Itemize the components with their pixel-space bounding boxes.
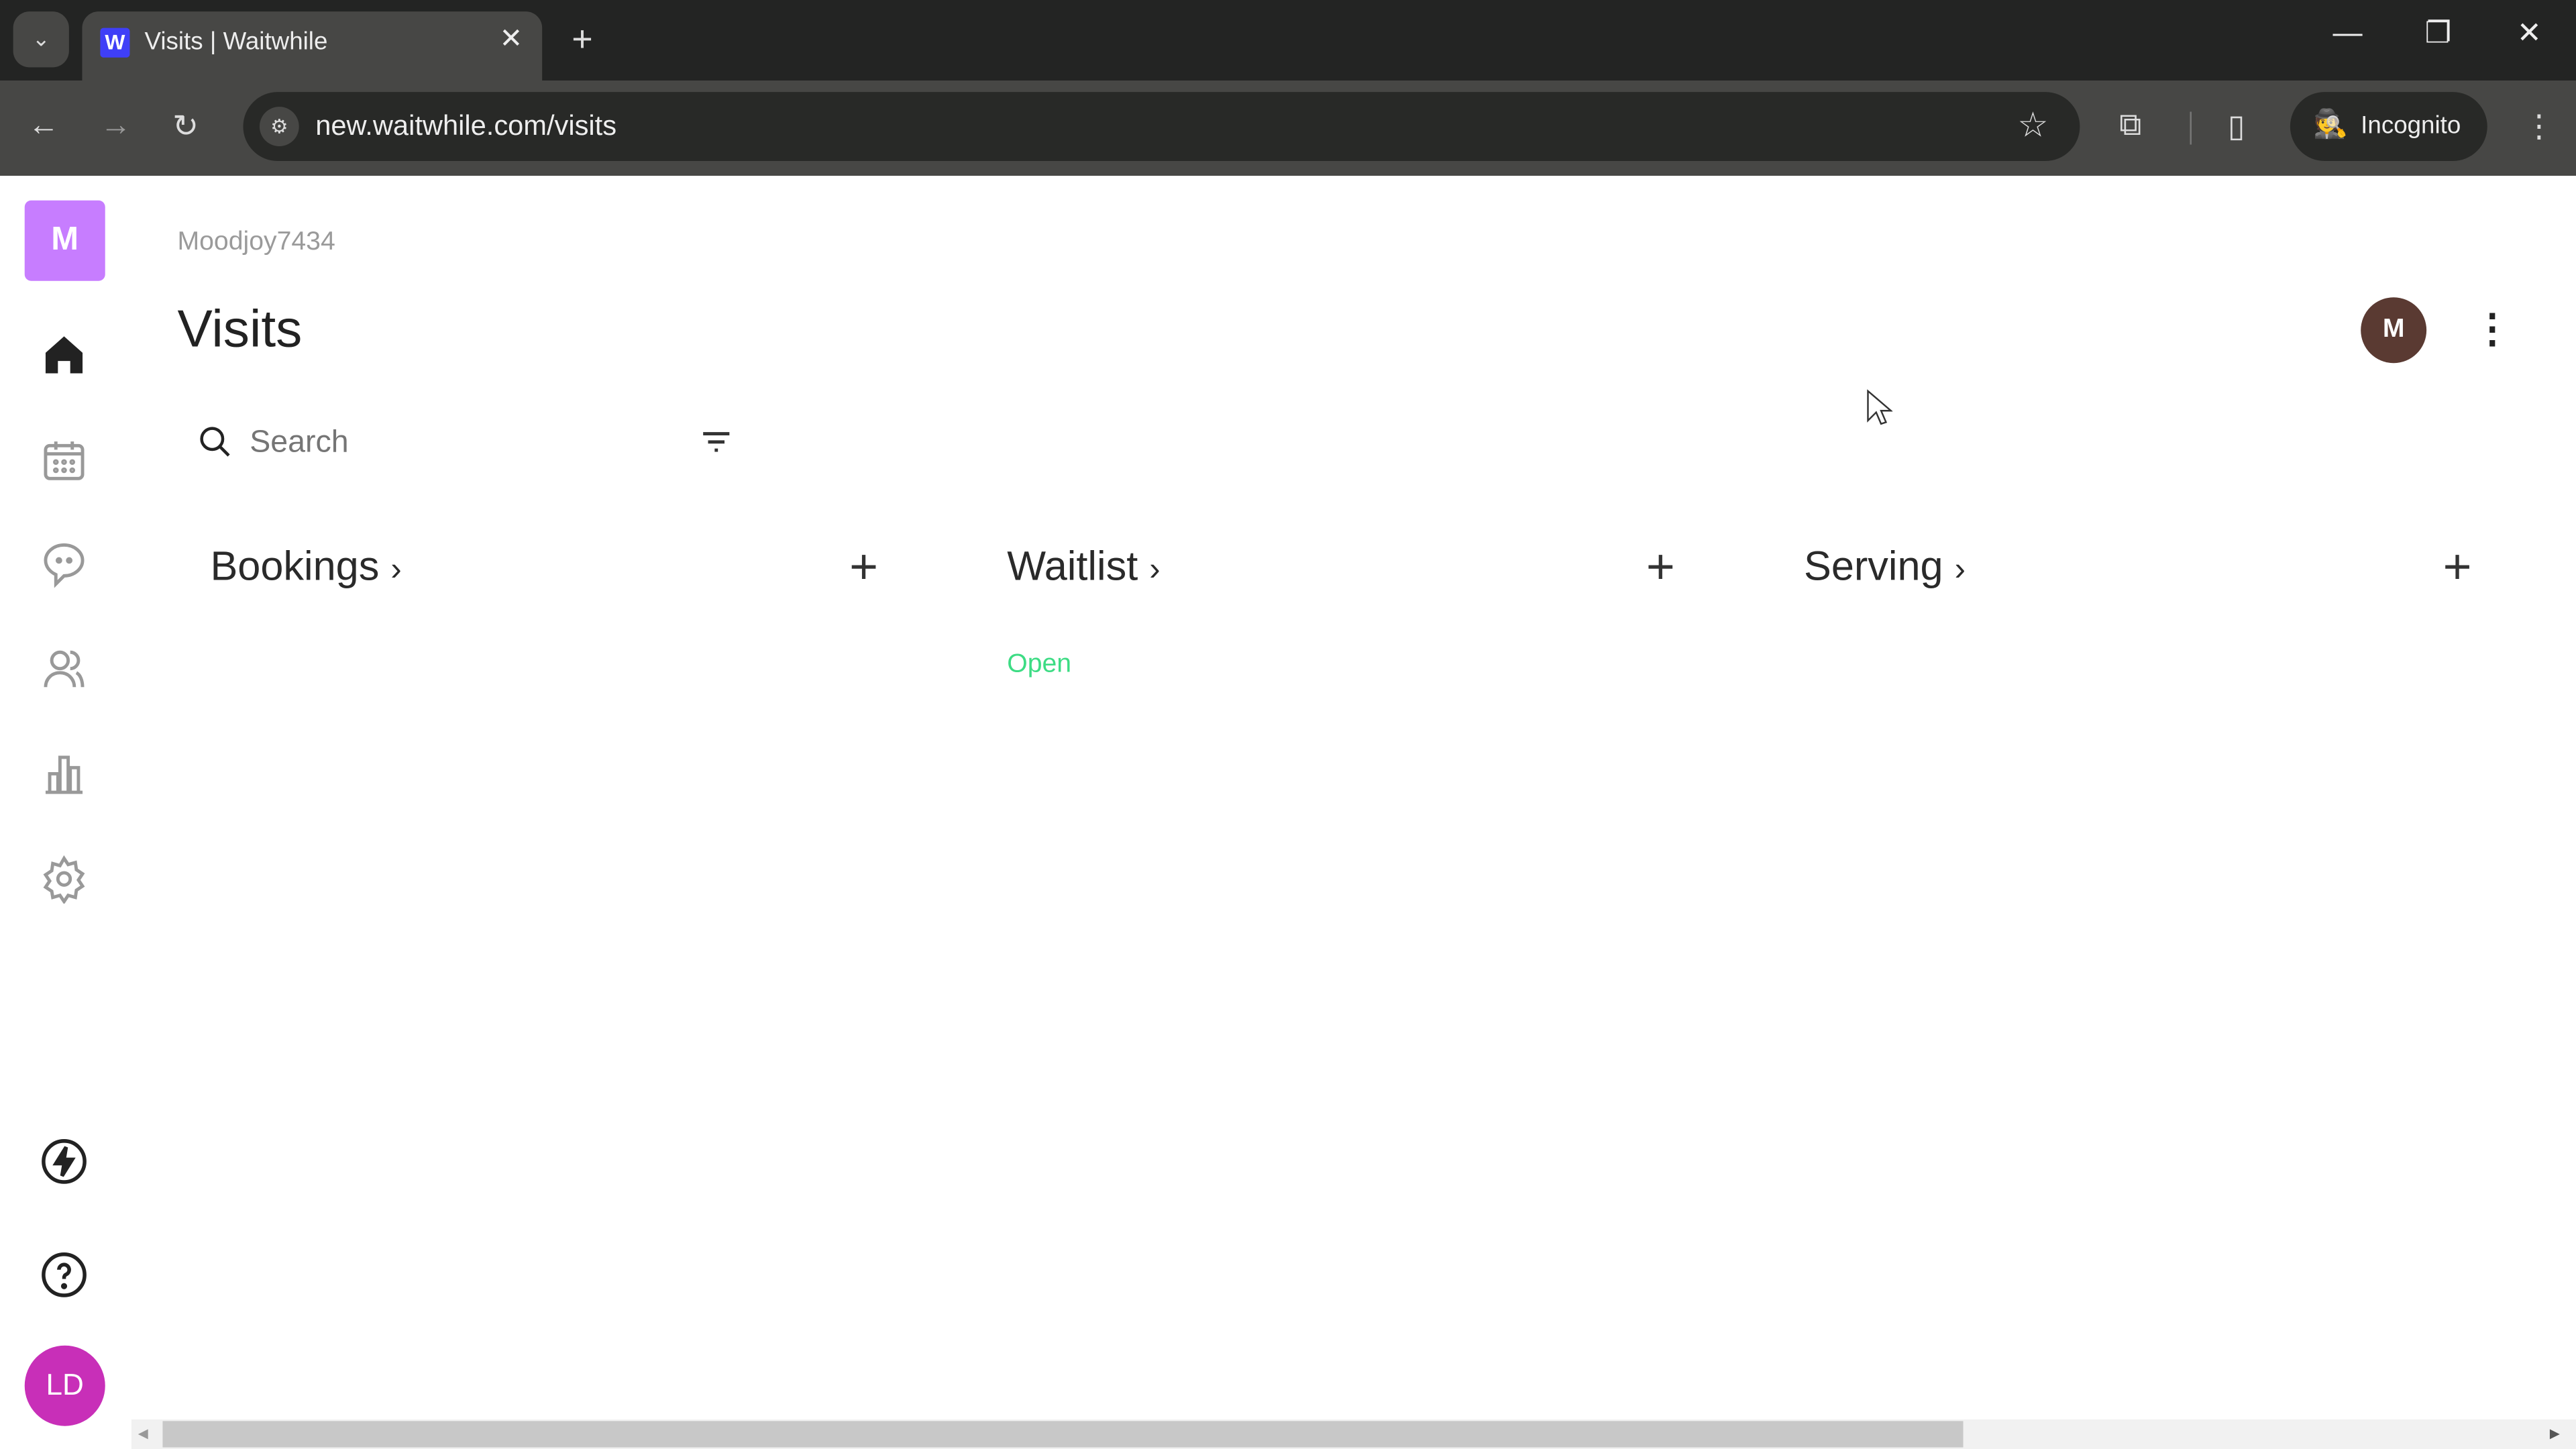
home-icon[interactable] xyxy=(40,330,89,379)
minimize-icon[interactable]: — xyxy=(2333,16,2363,50)
new-tab-button[interactable]: + xyxy=(572,18,592,61)
column-title: Bookings xyxy=(210,543,380,590)
tab-close-icon[interactable]: ✕ xyxy=(499,23,523,56)
scroll-right-icon[interactable]: ▶ xyxy=(2550,1426,2560,1441)
chevron-right-icon: › xyxy=(1954,551,1966,588)
horizontal-scrollbar[interactable]: ◀ ▶ xyxy=(131,1419,2576,1449)
page-title: Visits xyxy=(177,299,303,358)
account-avatar[interactable]: M xyxy=(2361,297,2427,364)
column-serving-header[interactable]: Serving › xyxy=(1804,544,1966,592)
incognito-badge[interactable]: 🕵 Incognito xyxy=(2290,92,2487,162)
restore-icon[interactable]: ❐ xyxy=(2425,16,2452,50)
column-waitlist-header[interactable]: Waitlist › xyxy=(1007,544,1160,592)
browser-tab[interactable]: W Visits | Waitwhile ✕ xyxy=(82,11,543,81)
chevron-right-icon: › xyxy=(1149,551,1161,588)
calendar-icon[interactable] xyxy=(40,435,89,484)
site-info-icon[interactable]: ⚙ xyxy=(259,107,299,146)
search-input[interactable] xyxy=(246,419,680,468)
bar-chart-icon[interactable] xyxy=(40,749,89,798)
help-icon[interactable] xyxy=(40,1250,89,1299)
tab-search-button[interactable]: ⌄ xyxy=(13,11,69,68)
chat-icon[interactable] xyxy=(40,539,89,588)
add-booking-button[interactable]: + xyxy=(849,541,878,596)
location-name[interactable]: Moodjoy7434 xyxy=(177,228,335,258)
user-avatar[interactable]: LD xyxy=(24,1345,105,1426)
add-waitlist-button[interactable]: + xyxy=(1646,541,1675,596)
bookmark-star-icon[interactable]: ☆ xyxy=(2017,105,2048,146)
column-bookings-header[interactable]: Bookings › xyxy=(210,544,401,592)
side-panel-icon[interactable]: ▯ xyxy=(2228,109,2245,146)
users-icon[interactable] xyxy=(40,644,89,693)
scroll-left-icon[interactable]: ◀ xyxy=(138,1426,148,1441)
lightning-icon[interactable] xyxy=(40,1137,89,1186)
window-close-icon[interactable]: ✕ xyxy=(2517,16,2542,50)
browser-menu-icon[interactable]: ⋮ xyxy=(2524,109,2555,146)
column-title: Serving xyxy=(1803,543,1943,590)
mouse-cursor-icon xyxy=(1867,389,1893,425)
chevron-right-icon: › xyxy=(390,551,402,588)
extensions-icon[interactable]: ⧉ xyxy=(2119,109,2141,145)
scrollbar-thumb[interactable] xyxy=(162,1421,1964,1448)
back-icon[interactable]: ← xyxy=(28,109,60,145)
toolbar-divider xyxy=(2190,111,2192,145)
tab-title: Visits | Waitwhile xyxy=(144,28,328,56)
forward-icon[interactable]: → xyxy=(100,109,131,145)
address-bar[interactable]: ⚙ new.waitwhile.com/visits ☆ xyxy=(243,92,2080,162)
incognito-icon: 🕵 xyxy=(2313,108,2349,140)
incognito-label: Incognito xyxy=(2361,111,2461,140)
url-text[interactable]: new.waitwhile.com/visits xyxy=(315,110,616,143)
search-icon xyxy=(200,427,230,457)
waitlist-status: Open xyxy=(1007,650,1072,679)
more-options-icon[interactable]: ⋮ xyxy=(2473,306,2512,354)
column-title: Waitlist xyxy=(1007,543,1138,590)
add-serving-button[interactable]: + xyxy=(2443,541,2472,596)
waitwhile-favicon: W xyxy=(100,28,130,58)
org-logo[interactable]: M xyxy=(24,200,105,281)
reload-icon[interactable]: ↻ xyxy=(172,109,199,146)
gear-icon[interactable] xyxy=(40,854,89,904)
filter-icon[interactable] xyxy=(700,429,733,455)
